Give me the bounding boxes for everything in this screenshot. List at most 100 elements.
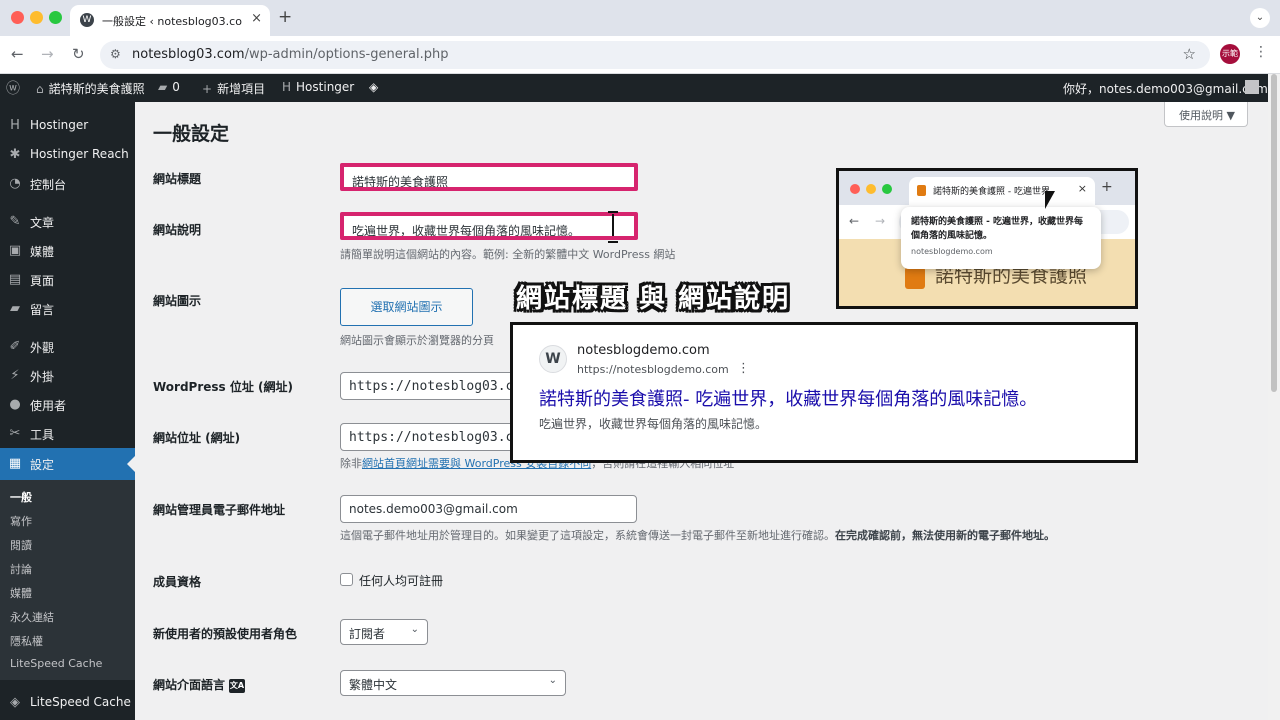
site-icon-description: 網站圖示會顯示於瀏覽器的分頁 — [340, 334, 494, 347]
passport-favicon-icon — [917, 185, 926, 196]
sidebar-item-tools[interactable]: ✂ 工具 — [0, 420, 135, 448]
sidebar-item-posts[interactable]: ✎ 文章 — [0, 208, 135, 236]
url-text: notesblog03.com/wp-admin/options-general… — [132, 47, 449, 62]
submenu-reading[interactable]: 閱讀 — [10, 537, 32, 553]
sidebar-item-dashboard[interactable]: ◔ 控制台 — [0, 170, 135, 198]
submenu-discussion[interactable]: 討論 — [10, 561, 32, 577]
sidebar-item-users[interactable]: ● 使用者 — [0, 391, 135, 419]
settings-submenu: 一般 寫作 閱讀 討論 媒體 永久連結 隱私權 LiteSpeed Cache — [0, 480, 135, 680]
page-scrollbar[interactable] — [1268, 74, 1280, 720]
search-result-title: 諾特斯的美食護照- 吃遍世界，收藏世界每個角落的風味記憶。 — [539, 389, 1038, 410]
tooltip-url: notesblogdemo.com — [911, 247, 993, 256]
litespeed-diamond-icon[interactable]: ◈ — [369, 80, 378, 94]
sidebar-item-litespeed-cache[interactable]: ◈ LiteSpeed Cache — [0, 689, 135, 717]
browser-toolbar: ← → ↻ ⚙ notesblog03.com/wp-admin/options… — [0, 36, 1280, 74]
admin-email-label: 網站管理員電子郵件地址 — [153, 503, 286, 517]
passport-logo-icon — [905, 267, 925, 289]
more-options-icon: ⋮ — [737, 361, 750, 376]
home-icon: ⌂ — [36, 82, 44, 96]
submenu-general[interactable]: 一般 — [10, 489, 32, 505]
preview-maximize-dot — [882, 184, 892, 194]
hostinger-icon: H — [282, 80, 292, 94]
admin-bar-site-name[interactable]: ⌂ 諾特斯的美食護照 — [36, 80, 145, 97]
profile-avatar[interactable]: 示範 — [1220, 44, 1240, 64]
admin-sidebar: H Hostinger ✱ Hostinger Reach ◔ 控制台 ✎ 文章 ▣ 媒體… — [0, 102, 135, 720]
anyone-can-register-label[interactable]: 任何人均可註冊 — [359, 572, 443, 589]
plugin-icon: ⚡ — [10, 368, 20, 383]
address-bar[interactable]: ⚙ notesblog03.com/wp-admin/options-gener… — [100, 41, 1210, 69]
tab-search-chevron-icon[interactable]: ⌄ — [1250, 8, 1270, 28]
submenu-privacy[interactable]: 隱私權 — [10, 633, 43, 649]
browser-tab-preview: 諾特斯的美食護照 - 吃遍世界， × + ← → 諾特斯的美食護照 諾特斯的美食… — [836, 168, 1138, 309]
preview-tab-bar: 諾特斯的美食護照 - 吃遍世界， × + — [839, 171, 1135, 205]
wordpress-url-label: WordPress 位址 (網址) — [153, 380, 294, 394]
admin-bar-greeting[interactable]: 你好，notes.demo003@gmail.com — [1063, 80, 1268, 97]
admin-bar-hostinger[interactable]: H Hostinger — [282, 80, 354, 94]
sidebar-item-hostinger-reach[interactable]: ✱ Hostinger Reach — [0, 141, 135, 169]
current-menu-arrow — [127, 456, 135, 472]
user-avatar[interactable] — [1245, 80, 1259, 94]
sidebar-item-appearance[interactable]: ✐ 外觀 — [0, 333, 135, 361]
tab-hover-tooltip: 諾特斯的美食護照 - 吃遍世界，收藏世界每個角落的風味記憶。 notesblog… — [901, 207, 1101, 269]
preview-back-icon: ← — [849, 214, 860, 228]
forward-arrow-icon[interactable]: → — [41, 45, 54, 63]
settings-icon: ▦ — [8, 456, 22, 471]
admin-bar-new[interactable]: + 新增項目 — [202, 80, 265, 97]
admin-bar-comments[interactable]: ▰ 0 — [158, 80, 180, 94]
sidebar-item-plugins[interactable]: ⚡ 外掛 — [0, 362, 135, 390]
site-icon-label: 網站圖示 — [153, 294, 202, 308]
preview-new-tab-icon: + — [1101, 179, 1113, 195]
search-result-domain: notesblogdemo.com — [577, 343, 710, 358]
submenu-litespeed-cache[interactable]: LiteSpeed Cache — [10, 657, 102, 670]
chevron-down-icon: ⌄ — [410, 624, 419, 635]
overlay-headline: 網站標題 與 網站說明 — [516, 284, 791, 314]
tagline-input[interactable]: 吃遍世界，收藏世界每個角落的風味記憶。 — [340, 212, 638, 240]
sidebar-item-hostinger[interactable]: H Hostinger — [0, 112, 135, 140]
admin-email-input[interactable]: notes.demo003@gmail.com — [340, 495, 637, 523]
search-result-url: https://notesblogdemo.com — [577, 363, 729, 376]
sidebar-item-comments[interactable]: ▰ 留言 — [0, 295, 135, 323]
select-site-icon-button[interactable]: 選取網站圖示 — [340, 288, 473, 326]
litespeed-diamond-icon: ◈ — [10, 695, 20, 710]
chevron-down-icon: ⌄ — [548, 675, 557, 686]
browser-tab-bar: W 一般設定 ‹ notesblog03.com — WordPress × +… — [0, 0, 1280, 36]
sidebar-item-settings[interactable]: ▦ 設定 — [0, 448, 135, 480]
wordpress-favicon-icon: W — [539, 345, 567, 373]
tagline-description: 請簡單說明這個網站的內容。範例: 全新的繁體中文 WordPress 網站 — [340, 248, 676, 261]
user-icon: ● — [9, 397, 21, 412]
close-window-button[interactable] — [11, 11, 24, 24]
site-info-icon[interactable]: ⚙ — [110, 47, 121, 61]
maximize-window-button[interactable] — [49, 11, 62, 24]
help-tab-button[interactable]: 使用說明 ▼ — [1164, 102, 1248, 127]
site-language-select[interactable]: 繁體中文 ⌄ — [340, 670, 566, 696]
browser-menu-icon[interactable]: ⋮ — [1254, 44, 1268, 60]
bookmark-star-icon[interactable]: ☆ — [1183, 45, 1196, 63]
reload-icon[interactable]: ↻ — [72, 45, 85, 63]
site-title-input[interactable]: 諾特斯的美食護照 — [340, 163, 638, 191]
submenu-writing[interactable]: 寫作 — [10, 513, 32, 529]
tab-close-icon[interactable]: × — [251, 11, 262, 26]
scrollbar-thumb[interactable] — [1271, 74, 1277, 392]
back-arrow-icon[interactable]: ← — [11, 45, 24, 63]
sidebar-item-pages[interactable]: ▤ 頁面 — [0, 266, 135, 294]
hostinger-icon: H — [10, 118, 20, 133]
submenu-media[interactable]: 媒體 — [10, 585, 32, 601]
browser-tab[interactable]: W 一般設定 ‹ notesblog03.com — WordPress × — [70, 5, 270, 36]
default-role-select[interactable]: 訂閱者 ⌄ — [340, 619, 428, 645]
submenu-permalinks[interactable]: 永久連結 — [10, 609, 54, 625]
anyone-can-register-checkbox[interactable] — [340, 573, 353, 586]
comment-icon: ▰ — [10, 301, 20, 316]
default-role-label: 新使用者的預設使用者角色 — [153, 627, 298, 641]
page-icon: ▤ — [8, 272, 22, 287]
sidebar-item-media[interactable]: ▣ 媒體 — [0, 237, 135, 265]
tab-title: 一般設定 ‹ notesblog03.com — WordPress — [102, 15, 242, 28]
wordpress-logo-icon[interactable]: ⓦ — [6, 78, 20, 98]
brush-icon: ✐ — [9, 339, 21, 354]
new-tab-button[interactable]: + — [278, 7, 292, 27]
comment-bubble-icon: ▰ — [158, 80, 168, 94]
dashboard-icon: ◔ — [9, 176, 21, 191]
minimize-window-button[interactable] — [30, 11, 43, 24]
site-title-label: 網站標題 — [153, 172, 202, 186]
site-language-label: 網站介面語言 文A — [153, 678, 246, 693]
reach-icon: ✱ — [9, 147, 21, 162]
